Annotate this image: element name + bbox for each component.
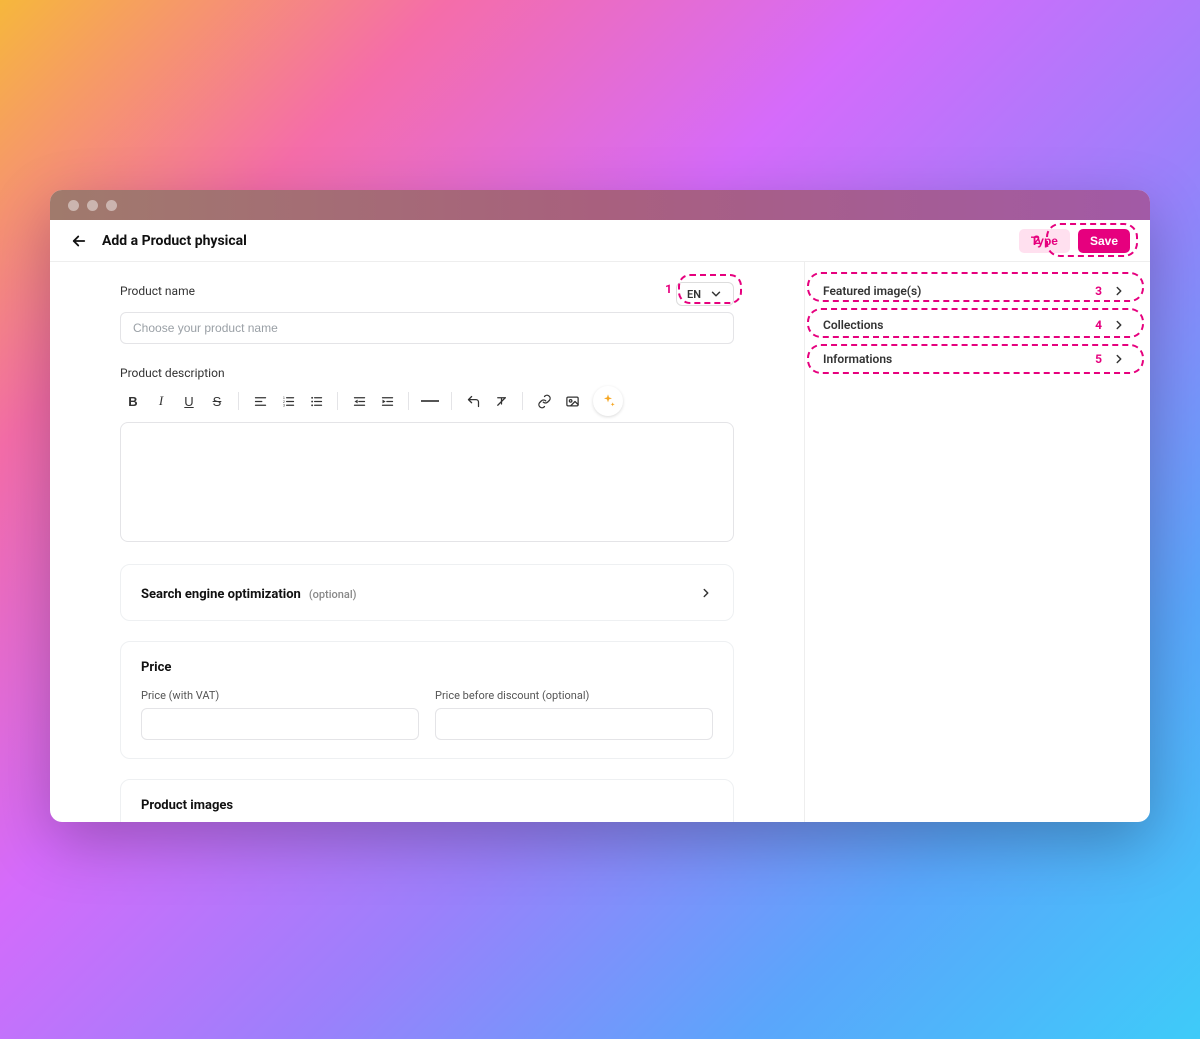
price-before-input[interactable] (435, 708, 713, 740)
annotation-3-number: 3 (1095, 284, 1102, 298)
sidebar-item-label: Featured image(s) (823, 284, 921, 298)
strike-button[interactable]: S (204, 388, 230, 414)
content-area: Product name EN 1 Product description B … (50, 262, 1150, 822)
chevron-right-icon (699, 586, 713, 600)
description-editor[interactable] (120, 422, 734, 542)
type-button[interactable]: Type (1019, 229, 1070, 253)
italic-button[interactable]: I (148, 388, 174, 414)
toolbar-divider (337, 392, 338, 410)
seo-title: Search engine optimization (141, 587, 301, 602)
toolbar-divider (238, 392, 239, 410)
annotation-4-number: 4 (1095, 318, 1102, 332)
side-column: Featured image(s) 3 Collections 4 Inform… (805, 262, 1150, 822)
price-before-label: Price before discount (optional) (435, 689, 713, 702)
app-header: Add a Product physical Type Save 2 (50, 220, 1150, 262)
sidebar-item-collections[interactable]: Collections 4 (817, 308, 1130, 342)
traffic-light-close[interactable] (68, 200, 79, 211)
ai-assist-button[interactable] (593, 386, 623, 416)
toolbar-divider (408, 392, 409, 410)
chevron-right-icon (1112, 318, 1126, 332)
sidebar-item-featured-images[interactable]: Featured image(s) 3 (817, 274, 1130, 308)
app-window: Add a Product physical Type Save 2 Produ… (50, 190, 1150, 822)
product-name-input[interactable] (120, 312, 734, 344)
sidebar-item-label: Informations (823, 352, 892, 366)
price-title: Price (141, 660, 713, 675)
svg-text:3: 3 (282, 403, 284, 407)
toolbar-divider (451, 392, 452, 410)
underline-button[interactable]: U (176, 388, 202, 414)
product-description-section: Product description B I U S 123 (120, 366, 734, 542)
product-images-card: Product images (120, 779, 734, 822)
indent-right-button[interactable] (374, 388, 400, 414)
traffic-light-min[interactable] (87, 200, 98, 211)
seo-toggle[interactable]: Search engine optimization (optional) (141, 583, 713, 602)
toolbar-divider (522, 392, 523, 410)
hr-icon (421, 400, 439, 402)
annotation-5-number: 5 (1095, 352, 1102, 366)
chevron-down-icon (709, 287, 723, 301)
product-images-title: Product images (141, 798, 713, 813)
align-button[interactable] (247, 388, 273, 414)
sidebar-item-informations[interactable]: Informations 5 (817, 342, 1130, 376)
language-current: EN (687, 288, 701, 301)
price-vat-label: Price (with VAT) (141, 689, 419, 702)
chevron-right-icon (1112, 352, 1126, 366)
link-button[interactable] (531, 388, 557, 414)
indent-left-button[interactable] (346, 388, 372, 414)
undo-button[interactable] (460, 388, 486, 414)
ordered-list-button[interactable]: 123 (275, 388, 301, 414)
editor-toolbar: B I U S 123 (120, 386, 734, 416)
bullet-list-button[interactable] (303, 388, 329, 414)
chevron-right-icon (1112, 284, 1126, 298)
back-arrow-icon[interactable] (70, 232, 88, 250)
language-selector[interactable]: EN (676, 282, 734, 306)
save-button[interactable]: Save (1078, 229, 1130, 253)
sidebar-item-label: Collections (823, 318, 883, 332)
sparkle-icon (600, 393, 616, 409)
clear-format-button[interactable] (488, 388, 514, 414)
page-title: Add a Product physical (102, 233, 247, 249)
media-button[interactable] (559, 388, 585, 414)
traffic-light-max[interactable] (106, 200, 117, 211)
product-name-label: Product name (120, 284, 195, 298)
seo-card: Search engine optimization (optional) (120, 564, 734, 621)
horizontal-rule-button[interactable] (417, 388, 443, 414)
product-description-label: Product description (120, 366, 734, 380)
product-name-section: Product name EN 1 (120, 282, 734, 344)
price-card: Price Price (with VAT) Price before disc… (120, 641, 734, 759)
main-column[interactable]: Product name EN 1 Product description B … (50, 262, 805, 822)
seo-optional: (optional) (309, 588, 357, 601)
window-titlebar (50, 190, 1150, 220)
bold-button[interactable]: B (120, 388, 146, 414)
price-vat-input[interactable] (141, 708, 419, 740)
